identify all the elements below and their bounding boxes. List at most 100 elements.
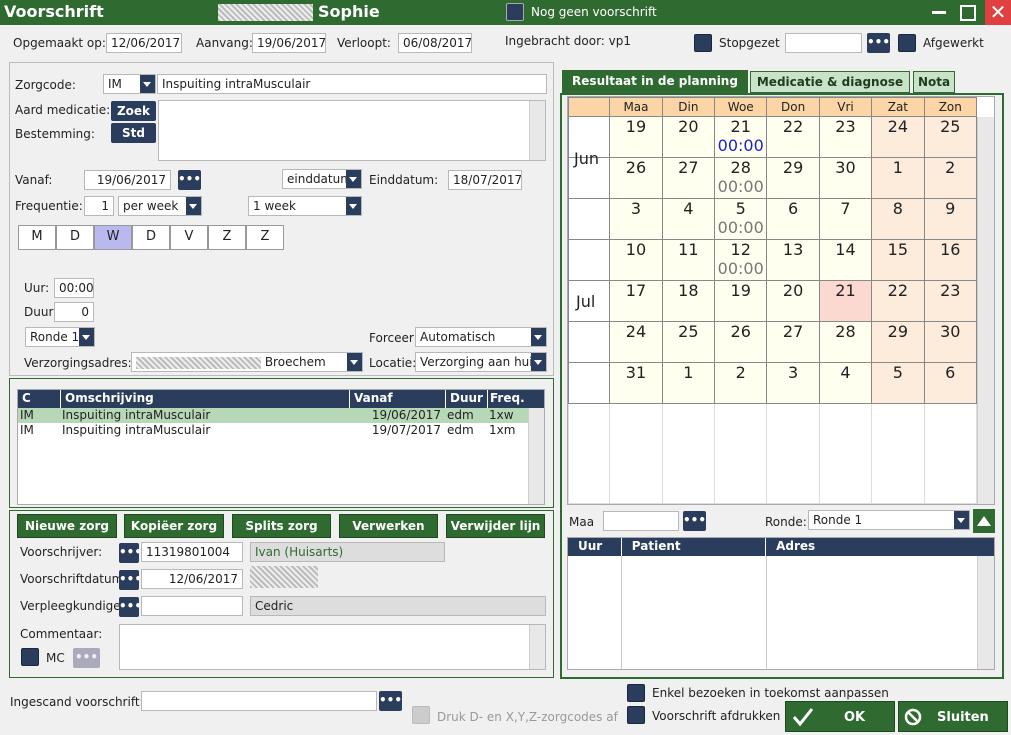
calendar-day-cell[interactable]: 20 <box>766 280 820 322</box>
calendar-day-cell[interactable]: 4 <box>661 198 716 240</box>
minimize-button[interactable] <box>928 0 950 24</box>
calendar-day-cell[interactable]: 17 <box>609 280 663 322</box>
verwerken-button[interactable]: Verwerken <box>339 514 438 538</box>
druk-checkbox[interactable] <box>412 706 430 724</box>
std-button[interactable]: Std <box>111 123 156 143</box>
calendar-day-cell[interactable]: 7 <box>818 198 873 240</box>
day-monday-toggle[interactable]: M <box>18 225 56 250</box>
calendar-day-cell[interactable]: 21 00:00 <box>714 116 768 158</box>
stopped-checkbox[interactable] <box>694 34 712 52</box>
calendar-day-cell[interactable]: 4 <box>818 362 873 404</box>
calendar-day-cell[interactable]: 18 <box>661 280 716 322</box>
day-tuesday-toggle[interactable]: D <box>56 225 94 250</box>
calendar-day-cell[interactable]: 30 <box>818 157 873 199</box>
kopieer-zorg-button[interactable]: Kopiëer zorg <box>124 514 224 538</box>
forceer-select[interactable]: Automatisch <box>415 327 547 347</box>
mc-picker-button[interactable]: ••• <box>73 648 100 668</box>
table-row[interactable]: IM Inspuiting intraMusculair 19/07/2017 … <box>18 423 544 438</box>
maximize-button[interactable] <box>957 2 979 24</box>
tab-nota[interactable]: Nota <box>913 71 955 93</box>
stopped-date-picker-button[interactable]: ••• <box>867 33 890 53</box>
calendar-day-cell[interactable]: 29 <box>766 157 820 199</box>
frequency-period-select[interactable]: 1 week <box>248 196 362 216</box>
ok-button[interactable]: OK <box>785 701 895 732</box>
calendar-day-cell[interactable]: 27 <box>766 321 820 363</box>
calendar-day-cell[interactable]: 29 <box>871 321 925 363</box>
scan-field[interactable] <box>141 691 377 711</box>
day-saturday-toggle[interactable]: Z <box>208 225 246 250</box>
zoek-button[interactable]: Zoek <box>111 101 156 121</box>
calendar-day-cell[interactable]: 31 <box>609 362 663 404</box>
calendar-day-cell[interactable]: 28 00:00 <box>714 157 768 199</box>
calendar-day-cell[interactable]: 13 <box>766 239 820 281</box>
day-friday-toggle[interactable]: V <box>170 225 208 250</box>
medication-scrollbar[interactable] <box>529 101 545 160</box>
calendar-day-cell[interactable]: 3 <box>766 362 820 404</box>
zorgcode-select[interactable]: IM <box>103 74 156 94</box>
frequency-unit-select[interactable]: per week <box>118 196 202 216</box>
planning-ronde-select[interactable]: Ronde 1 <box>808 510 970 530</box>
col-header-uur[interactable]: Uur <box>568 538 621 556</box>
mc-checkbox[interactable] <box>21 648 39 666</box>
einddatum-mode-select[interactable]: einddatum <box>282 169 362 189</box>
no-prescription-checkbox[interactable] <box>506 3 524 21</box>
calendar-day-cell[interactable]: 2 <box>923 157 978 199</box>
calendar-day-cell[interactable]: 9 <box>923 198 978 240</box>
calendar-day-cell[interactable]: 2 <box>714 362 768 404</box>
calendar-day-cell[interactable]: 15 <box>871 239 925 281</box>
sluiten-button[interactable]: Sluiten <box>898 701 1008 732</box>
day-thursday-toggle[interactable]: D <box>132 225 170 250</box>
calendar-day-cell[interactable]: 25 <box>661 321 716 363</box>
calendar-day-cell[interactable]: 3 <box>609 198 663 240</box>
day-sunday-toggle[interactable]: Z <box>246 225 284 250</box>
voorschriftdatum-picker-button[interactable]: ••• <box>119 570 142 590</box>
calendar-day-cell[interactable]: 8 <box>871 198 925 240</box>
planning-date-field[interactable] <box>603 511 679 531</box>
calendar-day-cell[interactable]: 22 <box>766 116 820 158</box>
calendar-day-cell[interactable]: 28 <box>818 321 873 363</box>
stopped-date-field[interactable] <box>785 33 862 53</box>
calendar-day-cell[interactable]: 24 <box>871 116 925 158</box>
calendar-day-cell[interactable]: 23 <box>923 280 978 322</box>
nieuwe-zorg-button[interactable]: Nieuwe zorg <box>17 514 117 538</box>
calendar-day-cell[interactable]: 14 <box>818 239 873 281</box>
adres-select[interactable]: Broechem <box>131 352 363 372</box>
voorschriftdatum-field[interactable]: 12/06/2017 <box>141 569 243 589</box>
frequency-count-field[interactable]: 1 <box>84 196 114 216</box>
day-wednesday-toggle[interactable]: W <box>94 225 132 250</box>
verpleegkundige-id-field[interactable] <box>141 596 243 616</box>
ronde-select[interactable]: Ronde 1 <box>25 327 95 347</box>
calendar-day-cell[interactable]: 22 <box>871 280 925 322</box>
commentaar-textarea[interactable] <box>119 624 546 670</box>
scan-picker-button[interactable]: ••• <box>379 691 402 711</box>
close-icon[interactable]: ✕ <box>985 0 1011 25</box>
calendar-day-cell[interactable]: 16 <box>923 239 978 281</box>
calendar-day-cell[interactable]: 5 00:00 <box>714 198 768 240</box>
calendar-day-cell[interactable]: 1 <box>871 157 925 199</box>
tab-resultaat[interactable]: Resultaat in de planning <box>562 70 748 94</box>
toekomst-checkbox[interactable] <box>627 684 645 702</box>
calendar-day-cell[interactable]: 1 <box>661 362 716 404</box>
calendar-day-cell[interactable]: 6 <box>766 198 820 240</box>
col-header-omschrijving[interactable]: Omschrijving <box>60 390 349 408</box>
uur-field[interactable]: 00:00 <box>54 278 94 298</box>
afdrukken-checkbox[interactable] <box>627 706 645 724</box>
calendar-day-cell[interactable]: 11 <box>661 239 716 281</box>
calendar-day-cell[interactable]: 19 <box>714 280 768 322</box>
calendar-day-cell[interactable]: 25 <box>923 116 978 158</box>
calendar-day-cell[interactable]: 26 <box>714 321 768 363</box>
calendar-day-cell[interactable]: 12 00:00 <box>714 239 768 281</box>
calendar-day-cell[interactable]: 5 <box>871 362 925 404</box>
calendar-day-cell[interactable]: 26 <box>609 157 663 199</box>
made-on-field[interactable]: 12/06/2017 <box>106 33 182 53</box>
splits-zorg-button[interactable]: Splits zorg <box>232 514 331 538</box>
vanaf-field[interactable]: 19/06/2017 <box>84 170 171 190</box>
voorschrijver-id-field[interactable]: 11319801004 <box>141 542 243 562</box>
table-row[interactable]: IM Inspuiting intraMusculair 19/06/2017 … <box>18 408 544 423</box>
calendar-day-cell[interactable]: 24 <box>609 321 663 363</box>
care-table-scrollbar[interactable] <box>528 408 544 504</box>
col-header-adres[interactable]: Adres <box>765 538 994 556</box>
expires-field[interactable]: 06/08/2017 <box>398 33 472 53</box>
verwijder-lijn-button[interactable]: Verwijder lijn <box>446 514 545 538</box>
einddatum-field[interactable]: 18/07/2017 <box>448 170 522 190</box>
